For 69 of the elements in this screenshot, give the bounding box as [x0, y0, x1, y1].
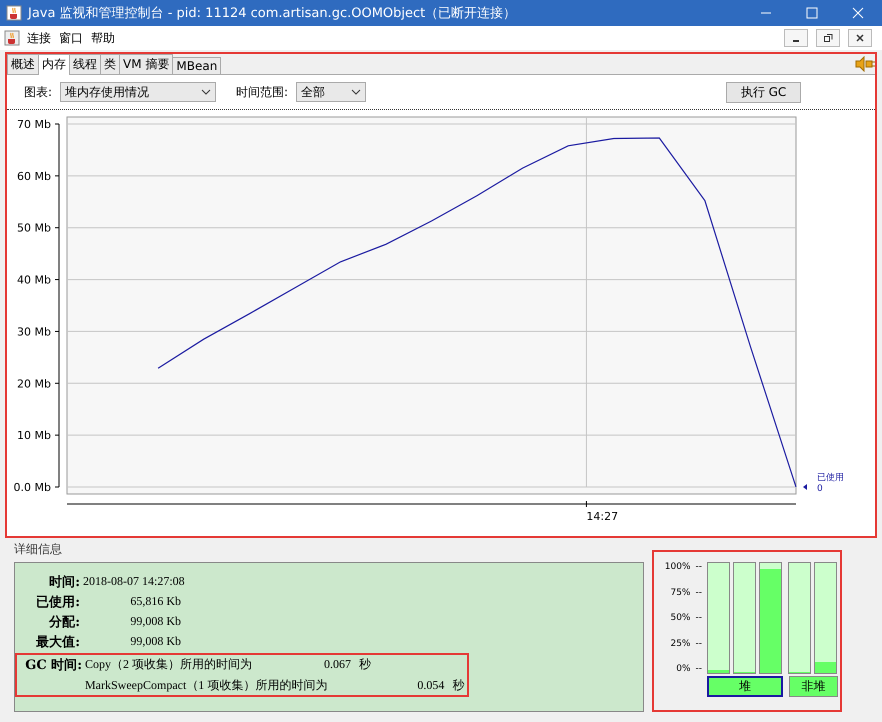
- y-tick-label: 0.0 Mb: [14, 481, 51, 494]
- percent-label: 100%: [664, 562, 690, 572]
- tick-mark: --: [696, 638, 702, 648]
- y-tick-label: 40 Mb: [17, 274, 51, 287]
- gc-description: MarkSweepCompact（1 项收集）所用的时间为: [85, 677, 328, 694]
- tick-mark: --: [696, 664, 702, 674]
- field-value: 65,816 Kb: [129, 594, 181, 609]
- memory-pool-bar[interactable]: [733, 562, 756, 674]
- maximize-icon[interactable]: [806, 7, 818, 19]
- percent-label: 0%: [676, 664, 690, 674]
- menu-item[interactable]: 窗口: [58, 30, 84, 46]
- chart-label: 图表:: [24, 84, 52, 100]
- memory-pool-bar[interactable]: [788, 562, 811, 674]
- menu-item[interactable]: 连接: [26, 30, 52, 46]
- y-tick-label: 50 Mb: [17, 222, 51, 235]
- chart-dropdown[interactable]: 堆内存使用情况: [60, 82, 216, 102]
- tab[interactable]: VM 摘要: [119, 54, 174, 74]
- menu-item[interactable]: 帮助: [90, 30, 116, 46]
- chevron-down-icon: [351, 89, 362, 95]
- tick-mark: --: [696, 562, 702, 572]
- tick-mark: --: [696, 588, 702, 598]
- field-label: 时间:: [48, 574, 80, 590]
- restore-icon[interactable]: [816, 29, 840, 47]
- field-value: 2018-08-07 14:27:08: [83, 574, 185, 589]
- percent-label: 50%: [670, 613, 690, 623]
- window-title: Java 监视和管理控制台 - pid: 11124 com.artisan.gc.OOMObject（已断开连接）: [28, 5, 516, 22]
- field-label: 分配:: [48, 614, 80, 630]
- minimize-icon[interactable]: [784, 29, 808, 47]
- coffee-cup-icon: [6, 5, 22, 21]
- marker-icon: [803, 484, 807, 490]
- percent-label: 75%: [670, 588, 690, 598]
- y-tick-label: 10 Mb: [17, 429, 51, 442]
- gc-unit: 秒: [452, 677, 464, 694]
- plug-icon: [855, 56, 875, 72]
- time-range-label: 时间范围:: [236, 84, 288, 100]
- field-value: 99,008 Kb: [129, 634, 181, 649]
- percent-label: 25%: [670, 638, 690, 648]
- time-range-dropdown[interactable]: 全部: [296, 82, 366, 102]
- y-tick-label: 60 Mb: [17, 170, 51, 183]
- gc-description: Copy（2 项收集）所用的时间为: [85, 656, 252, 673]
- y-tick-label: 70 Mb: [17, 118, 51, 131]
- x-tick-label: 14:27: [586, 510, 618, 523]
- legend-value: 0: [817, 484, 823, 494]
- tab[interactable]: 类: [100, 54, 120, 74]
- memory-pool-bar[interactable]: [814, 562, 837, 674]
- field-label: 最大值:: [35, 634, 80, 650]
- coffee-cup-icon: [4, 30, 20, 46]
- close-icon[interactable]: [848, 29, 872, 47]
- pool-toggle-button[interactable]: 非堆: [789, 676, 838, 697]
- tab[interactable]: 内存: [38, 54, 70, 75]
- memory-pool-bar[interactable]: [707, 562, 730, 674]
- pool-toggle-button[interactable]: 堆: [707, 676, 783, 697]
- field-label: GC 时间:: [24, 656, 82, 674]
- tab[interactable]: 概述: [7, 54, 39, 74]
- field-value: 99,008 Kb: [129, 614, 181, 629]
- field-label: 已使用:: [35, 594, 80, 610]
- tab[interactable]: 线程: [69, 54, 101, 74]
- legend-label: 已使用: [817, 473, 844, 483]
- gc-time: 0.067: [324, 657, 352, 672]
- gc-time: 0.054: [417, 678, 444, 693]
- perform-gc-button[interactable]: 执行 GC: [726, 82, 801, 102]
- y-tick-label: 30 Mb: [17, 325, 51, 338]
- memory-pool-bar[interactable]: [759, 562, 782, 674]
- chevron-down-icon: [201, 89, 212, 95]
- y-tick-label: 20 Mb: [17, 377, 51, 390]
- tab[interactable]: MBean: [172, 57, 222, 74]
- section-title: 详细信息: [14, 541, 63, 558]
- gc-unit: 秒: [359, 656, 372, 673]
- tick-mark: --: [696, 613, 702, 623]
